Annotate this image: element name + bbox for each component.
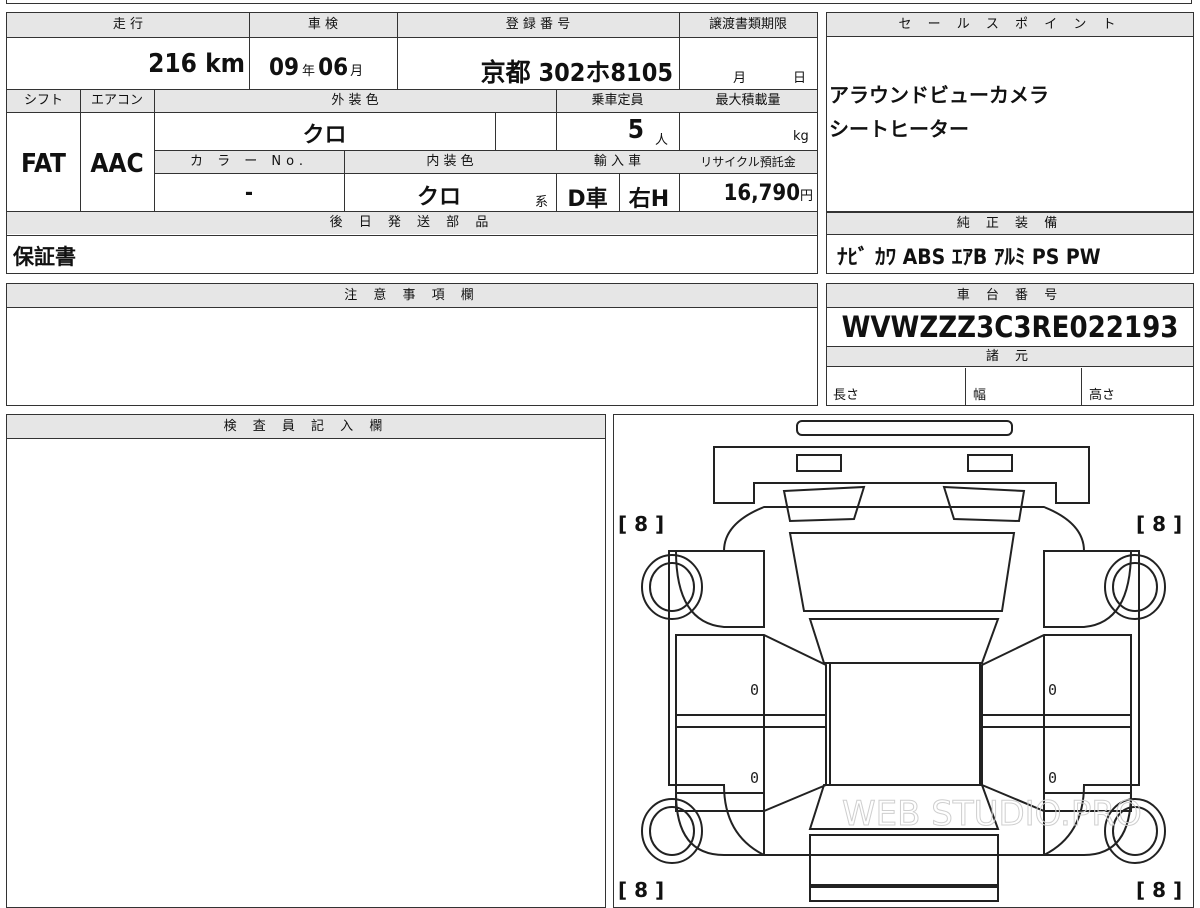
top-strip [6,0,1192,4]
registration-label: 登 録 番 号 [505,17,571,32]
transfer-deadline-label: 譲渡書類期限 [708,17,787,32]
aircon-label: エアコン [90,93,143,108]
tire-rl-depth: [ 8 ] [618,878,664,902]
inspector-panel: 検 査 員 記 入 欄 [6,414,606,908]
recycle-label: リサイクル預託金 [700,155,796,169]
equipment-panel: 純 正 装 備 ﾅﾋﾞ ｶﾜ ABS ｴｱB ｱﾙﾐ PS PW [826,212,1194,274]
parts-value: 保証書 [13,245,76,269]
color-no-label: カ ラ ー No. [190,154,308,169]
exterior-color-value: クロ [302,123,347,148]
interior-color-label: 内 装 色 [426,154,474,169]
notes-label: 注 意 事 項 欄 [344,288,480,303]
mileage-unit: km [205,49,245,79]
vehicle-info-table: 走 行 車 検 登 録 番 号 譲渡書類期限 216 km 09 年 06 月 京都 … [6,12,818,274]
capacity-label: 乗車定員 [591,93,644,108]
recycle-unit: 円 [799,189,813,204]
steering-value: 右H [628,187,670,212]
spec-height: 高さ [1089,388,1116,403]
import-type: D車 [567,187,608,212]
car-diagram-panel: [ 8 ] [ 8 ] [ 8 ] [ 8 ] 0 0 0 0 WEB STUD… [613,414,1194,908]
tire-fr-depth: [ 8 ] [1136,512,1182,536]
registration-number: 京都 302ホ8105 [480,58,673,87]
sales-point-item: アラウンドビューカメラ [829,83,1049,107]
parts-label: 後 日 発 送 部 品 [329,215,495,230]
chassis-label: 車 台 番 号 [956,288,1064,303]
equipment-label: 純 正 装 備 [956,216,1064,231]
door-rl-mark: 0 [750,769,759,787]
spec-length: 長さ [833,388,860,403]
mileage-label: 走 行 [112,17,144,32]
door-fl-mark: 0 [750,681,759,699]
sales-points-panel: セ ー ル ス ポ イ ン ト アラウンドビューカメラ シートヒーター [826,12,1194,212]
exterior-color-label: 外 装 色 [331,93,379,108]
recycle-value: 16,790 [723,181,800,206]
chassis-number: WVWZZZ3C3RE022193 [841,310,1179,344]
car-diagram: [ 8 ] [ 8 ] [ 8 ] [ 8 ] 0 0 0 0 WEB STUD… [618,420,1182,902]
aircon-value: AAC [90,149,144,179]
mileage-value: 216 [148,49,197,79]
watermark: WEB STUDIO.PRO [842,794,1142,834]
sales-point-item: シートヒーター [829,117,969,141]
color-no-value: - [244,181,254,206]
spec-width: 幅 [973,388,987,403]
capacity-unit: 人 [655,133,669,148]
deadline-day-unit: 日 [793,71,807,86]
inspection-year: 09 [269,53,300,81]
month-unit: 月 [350,64,364,79]
shift-value: FAT [20,149,67,179]
specs-label: 諸 元 [985,349,1035,364]
interior-color-value: クロ [416,185,461,210]
shift-label: シフト [23,93,63,108]
door-fr-mark: 0 [1048,681,1057,699]
max-load-unit: kg [793,129,809,144]
year-unit: 年 [302,64,316,79]
deadline-month-unit: 月 [733,71,747,86]
tire-fl-depth: [ 8 ] [618,512,664,536]
notes-panel: 注 意 事 項 欄 [6,283,818,406]
interior-suffix: 系 [535,195,549,210]
chassis-panel: 車 台 番 号 WVWZZZ3C3RE022193 諸 元 長さ 幅 高さ [826,283,1194,406]
import-label: 輸 入 車 [593,154,642,169]
tire-rr-depth: [ 8 ] [1136,878,1182,902]
inspection-month: 06 [318,53,349,81]
equipment-value: ﾅﾋﾞ ｶﾜ ABS ｴｱB ｱﾙﾐ PS PW [837,245,1101,269]
sales-points-label: セ ー ル ス ポ イ ン ト [898,17,1122,32]
inspection-label: 車 検 [307,17,339,32]
max-load-label: 最大積載量 [715,93,781,108]
capacity-value: 5 [627,115,644,145]
door-rr-mark: 0 [1048,769,1057,787]
inspector-label: 検 査 員 記 入 欄 [223,419,389,434]
